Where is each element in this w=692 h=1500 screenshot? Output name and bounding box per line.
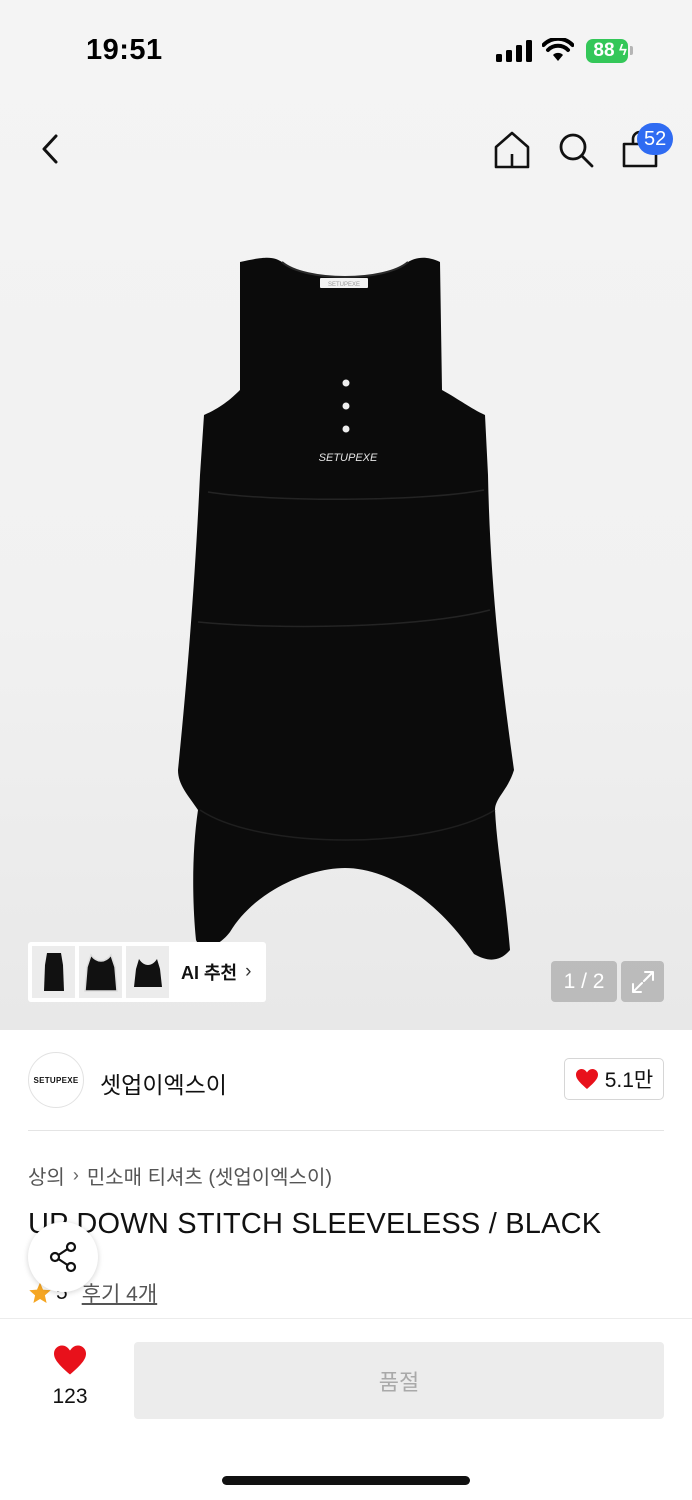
share-button[interactable] [28, 1222, 98, 1292]
brand-like-count: 5.1만 [604, 1069, 654, 1092]
ai-thumb-3[interactable] [126, 946, 169, 998]
breadcrumb-category[interactable]: 상의 [28, 1161, 65, 1190]
chest-print: SETUPEXE [319, 452, 378, 464]
wish-count: 123 [52, 1385, 88, 1408]
brand-row[interactable]: SETUPEXE 셋업이엑스이 5.1만 [28, 1052, 664, 1110]
share-icon [49, 1241, 77, 1273]
brand-logo[interactable]: SETUPEXE [28, 1052, 84, 1108]
signal-icon [496, 40, 532, 62]
reviews-link[interactable]: 후기 4개 [82, 1278, 157, 1308]
product-image[interactable]: SETUPEXE SETUPEXE [170, 250, 520, 970]
brand-like-button[interactable]: 5.1만 [564, 1058, 664, 1100]
battery-cap [630, 46, 633, 55]
chevron-right-icon: › [245, 961, 252, 982]
home-icon[interactable] [492, 130, 532, 170]
expand-button[interactable] [621, 961, 664, 1002]
divider [28, 1130, 664, 1131]
product-gallery[interactable]: 19:51 88 ϟ 52 SETUPEXE SETUPEXE AI 추천 › … [0, 0, 692, 1030]
brand-logo-text: SETUPEXE [33, 1075, 79, 1085]
heart-icon [54, 1345, 86, 1375]
ai-thumb-2[interactable] [79, 946, 122, 998]
breadcrumb: 상의 › 민소매 티셔츠 (셋업이엑스이) [28, 1161, 332, 1190]
ai-recommend-strip[interactable]: AI 추천 › [28, 942, 266, 1002]
back-icon[interactable] [36, 130, 64, 168]
chevron-right-icon: › [72, 1165, 79, 1185]
ai-recommend-label[interactable]: AI 추천 [181, 959, 237, 985]
wifi-icon [542, 38, 574, 61]
breadcrumb-subcategory[interactable]: 민소매 티셔츠 (셋업이엑스이) [87, 1161, 332, 1190]
battery-level: 88 [593, 40, 615, 61]
product-title: UP DOWN STITCH SLEEVELESS / BLACK [28, 1208, 602, 1240]
ai-thumb-1[interactable] [32, 946, 75, 998]
home-indicator[interactable] [222, 1476, 470, 1485]
search-icon[interactable] [556, 130, 596, 170]
sold-out-button[interactable]: 품절 [134, 1342, 664, 1419]
status-bar: 19:51 88 ϟ [0, 0, 692, 100]
expand-icon [631, 970, 654, 993]
charging-icon: ϟ [619, 42, 627, 59]
cart-count-badge: 52 [637, 123, 674, 155]
brand-name[interactable]: 셋업이엑스이 [100, 1066, 227, 1100]
svg-text:SETUPEXE: SETUPEXE [328, 282, 360, 288]
image-page-indicator: 1 / 2 [551, 961, 617, 1002]
battery-indicator: 88 ϟ [586, 39, 628, 63]
heart-icon [575, 1069, 598, 1089]
wish-button[interactable]: 123 [42, 1344, 98, 1414]
status-time: 19:51 [86, 34, 163, 66]
